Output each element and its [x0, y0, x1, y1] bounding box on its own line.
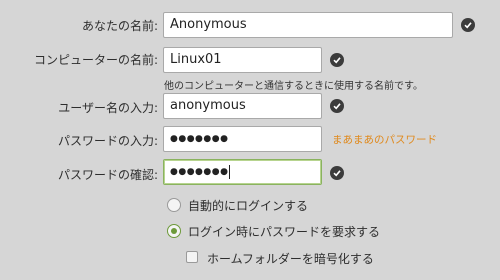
require-password-label[interactable]: ログイン時にパスワードを要求する: [188, 223, 380, 240]
name-valid-icon: [461, 18, 475, 32]
computer-name-valid-icon: [330, 53, 344, 67]
encrypt-home-checkbox[interactable]: [186, 251, 198, 263]
confirm-password-value: ●●●●●●●: [170, 167, 229, 177]
radio-selected-dot: [171, 228, 177, 234]
password-field[interactable]: ●●●●●●●: [163, 126, 322, 152]
text-cursor: [229, 164, 231, 179]
confirm-password-field[interactable]: ●●●●●●●: [163, 159, 322, 185]
auto-login-label[interactable]: 自動的にログインする: [188, 197, 308, 214]
confirm-password-label: パスワードの確認:: [57, 168, 158, 182]
username-valid-icon: [330, 99, 344, 113]
name-label: あなたの名前:: [81, 19, 158, 33]
computer-name-label: コンピューターの名前:: [33, 53, 158, 67]
auto-login-radio[interactable]: [167, 198, 181, 212]
username-label: ユーザー名の入力:: [58, 101, 158, 115]
username-field[interactable]: anonymous: [163, 93, 322, 119]
require-password-radio[interactable]: [167, 224, 181, 238]
password-strength-text: まあまあのパスワード: [332, 134, 437, 146]
confirm-password-valid-icon: [330, 166, 344, 180]
computer-name-hint: 他のコンピューターと通信するときに使用する名前です。: [164, 81, 423, 92]
encrypt-home-label[interactable]: ホームフォルダーを暗号化する: [207, 250, 374, 267]
computer-name-field[interactable]: Linux01: [163, 47, 322, 73]
password-label: パスワードの入力:: [57, 134, 158, 148]
name-field[interactable]: Anonymous: [163, 12, 453, 38]
